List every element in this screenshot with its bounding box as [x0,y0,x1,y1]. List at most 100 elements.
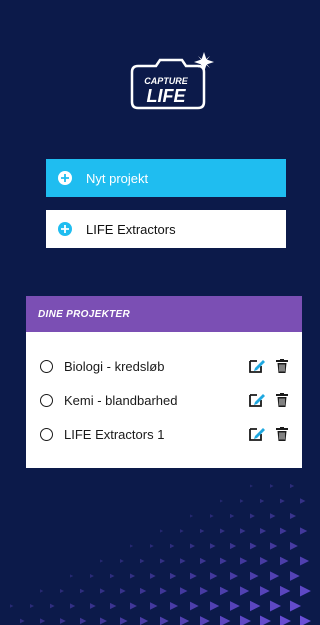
triangle-decoration [240,586,250,596]
triangle-decoration [260,557,268,565]
triangle-decoration [180,529,184,533]
edit-icon[interactable] [248,426,266,442]
triangle-decoration [250,513,255,519]
triangle-decoration [130,544,134,548]
logo-line1: CAPTURE [144,76,188,86]
triangle-decoration [200,616,210,625]
project-label: Biologi - kredsløb [64,358,165,374]
triangle-decoration [230,542,237,550]
capture-life-logo: CAPTURE LIFE [126,52,218,114]
edit-icon[interactable] [248,392,266,408]
triangle-decoration [270,600,281,612]
projects-panel-title: DINE PROJEKTER [26,296,302,332]
camera-logo-icon: CAPTURE LIFE [130,52,214,110]
triangle-decoration [170,543,175,549]
triangle-decoration [230,513,235,519]
triangle-decoration [300,498,306,504]
radio-icon[interactable] [40,359,53,373]
triangle-decoration [90,603,96,609]
triangle-decoration [230,601,240,611]
life-extractors-button[interactable]: LIFE Extractors [46,210,286,248]
logo-line2: LIFE [147,86,187,106]
triangle-decoration [270,571,280,581]
triangle-decoration [240,528,246,534]
triangle-decoration [20,618,25,624]
triangle-decoration [60,589,64,593]
triangle-decoration [120,559,124,563]
project-row[interactable]: Biologi - kredsløb [26,354,302,378]
triangle-decoration [250,542,257,550]
triangle-decoration [130,602,137,610]
trash-icon[interactable] [276,393,288,407]
triangle-decoration [160,616,169,625]
triangle-decoration [280,615,291,625]
triangle-decoration [290,512,297,520]
triangle-decoration [250,484,254,488]
triangle-decoration [150,544,154,548]
life-extractors-label: LIFE Extractors [86,221,176,237]
triangle-decoration [270,542,278,550]
triangle-decoration [120,588,126,594]
triangle-decoration [190,514,194,518]
triangle-decoration [290,600,301,612]
triangle-decoration [300,527,308,535]
new-project-label: Nyt projekt [86,170,149,186]
triangle-decoration [240,499,244,503]
triangle-decoration [260,498,265,504]
triangle-decoration [280,585,291,597]
triangle-decoration [190,601,199,611]
triangle-decoration [190,543,195,549]
triangle-decoration [200,528,205,534]
plus-icon [58,171,72,185]
triangle-decoration [240,615,251,625]
triangle-decoration [220,499,224,503]
triangle-decoration [300,585,311,597]
triangle-decoration [100,559,104,563]
radio-icon[interactable] [40,427,53,441]
trash-icon[interactable] [276,427,288,441]
triangle-decoration [210,514,214,518]
triangle-decoration [80,588,85,594]
triangle-decoration [290,571,300,581]
triangle-decoration [160,529,164,533]
triangle-decoration [140,587,147,595]
triangle-decoration [170,601,179,611]
project-label: LIFE Extractors 1 [64,426,165,442]
triangle-decoration [160,587,167,595]
triangle-decoration [220,586,229,596]
triangle-decoration [160,558,166,564]
triangle-decoration [210,543,216,549]
triangle-decoration [210,572,218,580]
triangle-decoration [220,615,231,625]
trash-icon[interactable] [276,359,288,373]
triangle-decoration [70,603,76,609]
triangle-decoration [180,558,186,564]
triangle-decoration [110,573,115,579]
triangle-decoration [100,588,106,594]
triangle-decoration [180,616,190,625]
triangle-decoration [260,586,270,596]
triangle-decoration [290,483,295,489]
edit-icon[interactable] [248,358,266,374]
project-row[interactable]: Kemi - blandbarhed [26,388,302,412]
triangle-decoration [150,602,158,610]
triangle-decoration [200,586,209,596]
new-project-button[interactable]: Nyt projekt [46,159,286,197]
triangle-decoration [270,513,276,519]
triangle-decoration [290,542,298,550]
triangle-decoration [140,558,145,564]
triangle-decoration [280,556,289,566]
projects-panel: DINE PROJEKTER Biologi - kredsløb Kemi -… [26,296,302,468]
triangle-decoration [70,574,74,578]
triangle-decoration [150,573,156,579]
project-label: Kemi - blandbarhed [64,392,178,408]
triangle-decoration [130,573,136,579]
radio-icon[interactable] [40,393,53,407]
triangle-decoration [240,557,248,565]
triangle-decoration [100,617,107,625]
triangle-decoration [220,557,227,565]
project-row[interactable]: LIFE Extractors 1 [26,422,302,446]
triangle-decoration [280,527,287,535]
triangle-decoration [230,572,238,580]
triangle-decoration [40,618,46,624]
